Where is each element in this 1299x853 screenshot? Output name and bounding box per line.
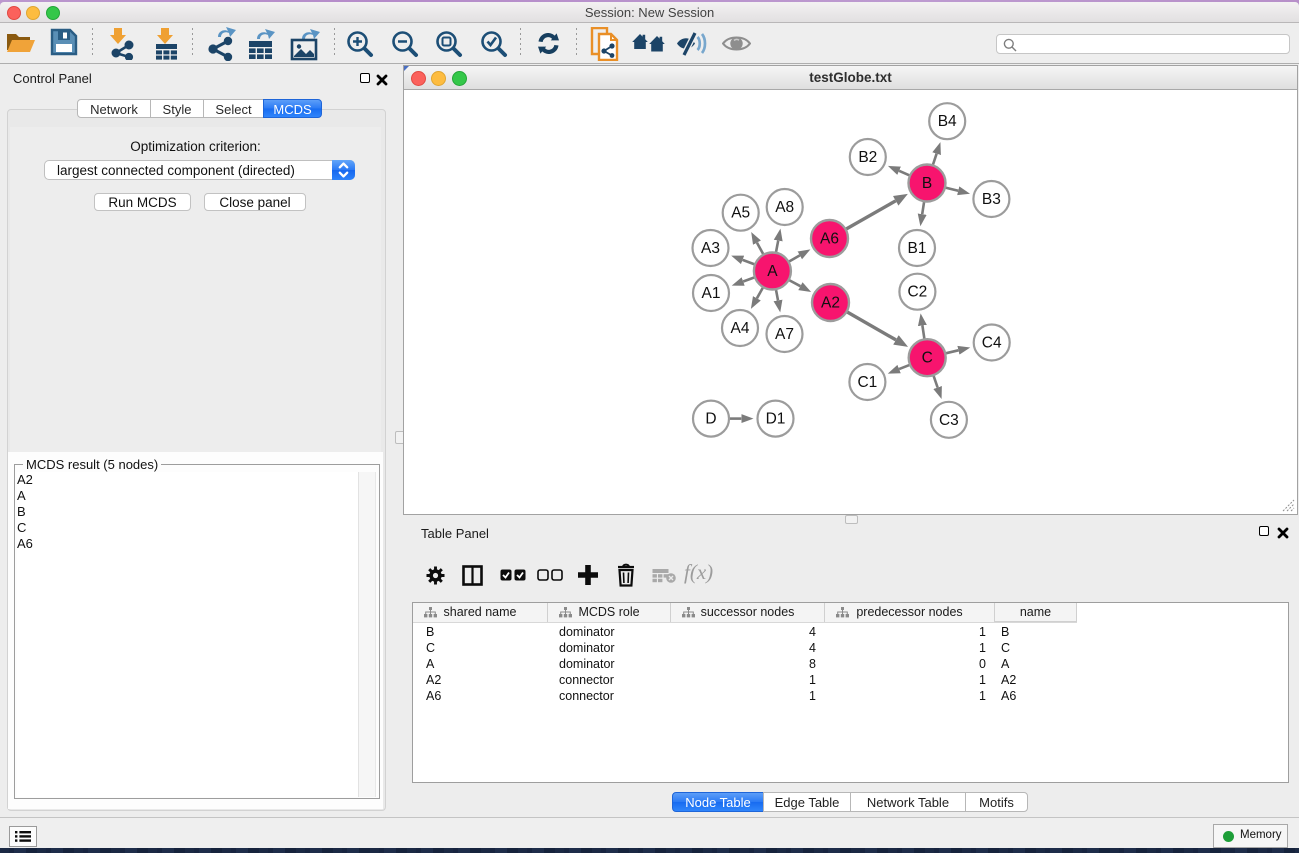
svg-text:A6: A6 <box>820 231 839 248</box>
svg-text:C3: C3 <box>939 412 959 429</box>
svg-text:B: B <box>922 175 932 192</box>
svg-text:C2: C2 <box>907 284 927 301</box>
svg-text:A2: A2 <box>821 295 840 312</box>
svg-text:A3: A3 <box>701 240 720 257</box>
svg-text:B3: B3 <box>982 191 1001 208</box>
svg-text:A: A <box>767 263 778 280</box>
svg-text:B1: B1 <box>908 240 927 257</box>
svg-text:C: C <box>922 350 933 367</box>
svg-text:C4: C4 <box>982 335 1002 352</box>
svg-text:A5: A5 <box>731 205 750 222</box>
svg-text:B4: B4 <box>938 113 957 130</box>
svg-text:B2: B2 <box>858 149 877 166</box>
svg-text:C1: C1 <box>857 374 877 391</box>
svg-text:A8: A8 <box>775 199 794 216</box>
svg-text:D: D <box>705 411 716 428</box>
svg-text:A4: A4 <box>731 320 750 337</box>
svg-text:A1: A1 <box>702 285 721 302</box>
svg-text:D1: D1 <box>766 411 786 428</box>
svg-text:A7: A7 <box>775 326 794 343</box>
